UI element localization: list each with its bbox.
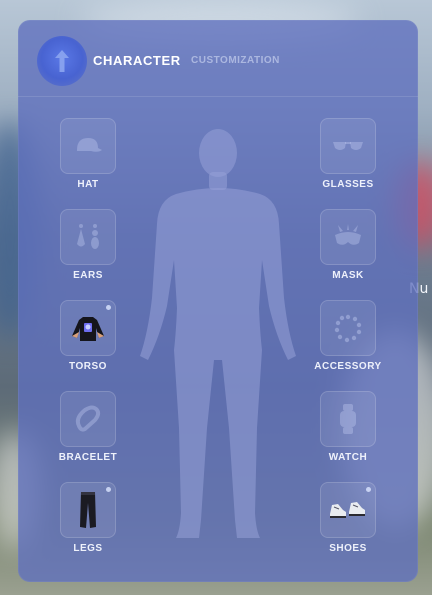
slot-label: LEGS — [73, 543, 103, 554]
sneakers-icon — [330, 502, 365, 518]
slot-label: GLASSES — [322, 179, 374, 190]
slot-hat-box[interactable] — [60, 118, 116, 174]
up-arrow-icon — [37, 36, 87, 86]
pants-icon — [80, 492, 96, 528]
glasses-icon — [333, 142, 363, 150]
bracelet-icon — [75, 405, 101, 432]
mask-icon — [335, 224, 361, 245]
slot-label: BRACELET — [58, 452, 118, 463]
slot-legs-box[interactable] — [60, 482, 116, 538]
earrings-icon — [77, 224, 99, 249]
panel-header: CHARACTER CUSTOMIZATION — [18, 20, 418, 97]
slot-hat[interactable]: HAT — [38, 118, 138, 190]
slot-torso-box[interactable] — [60, 300, 116, 356]
slot-torso[interactable]: TORSO — [38, 300, 138, 372]
equipped-indicator — [366, 487, 371, 492]
slot-glasses[interactable]: GLASSES — [298, 118, 398, 190]
tshirt-icon — [72, 317, 104, 341]
slot-watch-box[interactable] — [320, 391, 376, 447]
watch-icon — [340, 404, 356, 434]
slot-bracelet-box[interactable] — [60, 391, 116, 447]
slot-mask[interactable]: MASK — [298, 209, 398, 281]
slot-label: TORSO — [69, 361, 107, 372]
slot-label: HAT — [77, 179, 99, 190]
character-customization-panel: CHARACTER CUSTOMIZATION HAT EARS TORSO B… — [18, 20, 418, 582]
slot-glasses-box[interactable] — [320, 118, 376, 174]
equipped-indicator — [106, 487, 111, 492]
slot-accessory-box[interactable] — [320, 300, 376, 356]
cap-icon — [77, 138, 102, 152]
slot-label: WATCH — [328, 452, 368, 463]
slot-ears[interactable]: EARS — [38, 209, 138, 281]
slot-label: SHOES — [329, 543, 367, 554]
equipped-indicator — [106, 305, 111, 310]
slot-legs[interactable]: LEGS — [38, 482, 138, 554]
slot-label: EARS — [73, 270, 103, 281]
body-silhouette — [140, 129, 296, 538]
slot-bracelet[interactable]: BRACELET — [38, 391, 138, 463]
panel-title: CHARACTER — [93, 53, 181, 68]
slot-label: MASK — [332, 270, 364, 281]
slot-watch[interactable]: WATCH — [298, 391, 398, 463]
necklace-icon — [334, 314, 362, 343]
slot-shoes-box[interactable] — [320, 482, 376, 538]
slot-mask-box[interactable] — [320, 209, 376, 265]
panel-subtitle: CUSTOMIZATION — [191, 55, 280, 66]
slot-accessory[interactable]: ACCESSORY — [298, 300, 398, 372]
slot-shoes[interactable]: SHOES — [298, 482, 398, 554]
slot-ears-box[interactable] — [60, 209, 116, 265]
slot-label: ACCESSORY — [314, 361, 382, 372]
